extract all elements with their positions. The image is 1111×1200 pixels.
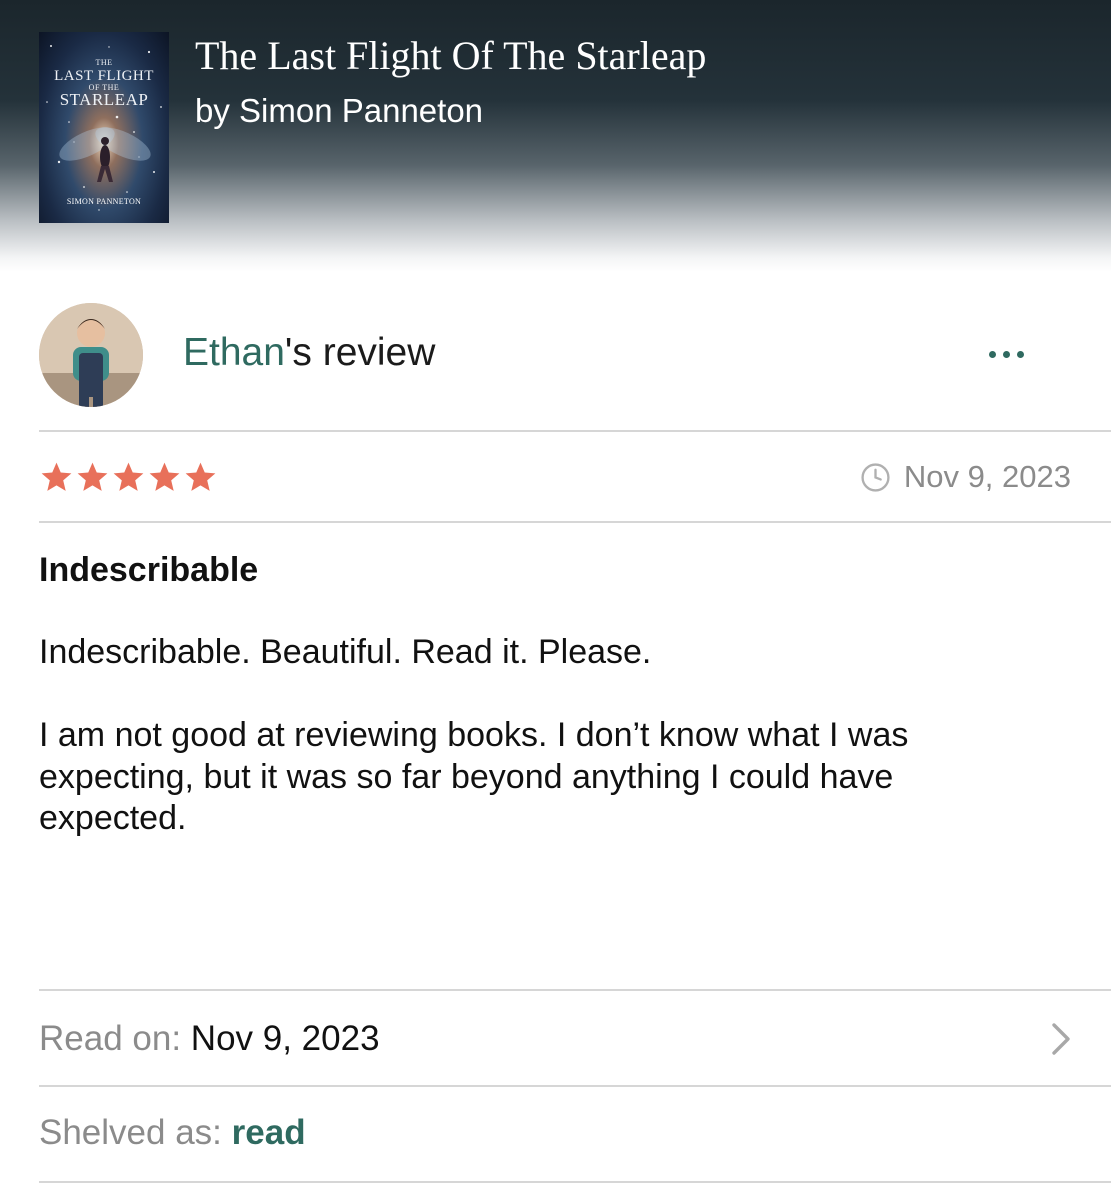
review-paragraph: Indescribable. Beautiful. Read it. Pleas… — [39, 633, 652, 671]
book-author[interactable]: by Simon Panneton — [195, 92, 483, 130]
divider — [39, 1181, 1111, 1183]
reviewer-name-link[interactable]: Ethan — [183, 331, 285, 374]
divider — [39, 521, 1111, 523]
book-cover-image[interactable]: THE LAST FLIGHT OF THE STARLEAP SIMON PA… — [39, 32, 169, 223]
star-icon — [77, 462, 108, 491]
clock-icon — [861, 462, 890, 492]
star-icon — [41, 462, 72, 491]
read-on-date: Nov 9, 2023 — [190, 1019, 380, 1058]
review-header: Ethan's review — [183, 331, 435, 375]
cover-title-small: THE — [95, 58, 113, 67]
star-icon — [113, 462, 144, 491]
book-header: THE LAST FLIGHT OF THE STARLEAP SIMON PA… — [0, 0, 1111, 272]
more-horizontal-icon — [988, 350, 1024, 358]
shelved-as-text: Shelved as: read — [39, 1113, 306, 1153]
divider — [39, 989, 1111, 991]
star-icon — [149, 462, 180, 491]
review-date: Nov 9, 2023 — [903, 459, 1071, 494]
star-icon — [185, 462, 216, 491]
cover-author: SIMON PANNETON — [66, 197, 142, 206]
avatar[interactable] — [39, 303, 143, 407]
review-heading: Indescribable — [39, 551, 259, 589]
read-on-label: Read on: — [39, 1019, 182, 1058]
avatar-photo — [39, 303, 143, 407]
shelved-as-label: Shelved as: — [39, 1113, 222, 1152]
more-options-button[interactable] — [978, 336, 1034, 372]
divider — [39, 430, 1111, 432]
read-on-text: Read on: Nov 9, 2023 — [39, 1019, 380, 1059]
cover-title-line-2: STARLEAP — [59, 90, 149, 109]
review-paragraph: I am not good at reviewing books. I don’… — [39, 716, 909, 837]
chevron-right-icon[interactable] — [1050, 1022, 1072, 1056]
book-title[interactable]: The Last Flight Of The Starleap — [195, 32, 706, 79]
review-date-group: Nov 9, 2023 — [860, 459, 1071, 495]
divider — [39, 1085, 1111, 1087]
shelf-link[interactable]: read — [232, 1113, 306, 1152]
review-header-suffix: 's review — [284, 331, 436, 374]
star-rating — [39, 460, 218, 495]
